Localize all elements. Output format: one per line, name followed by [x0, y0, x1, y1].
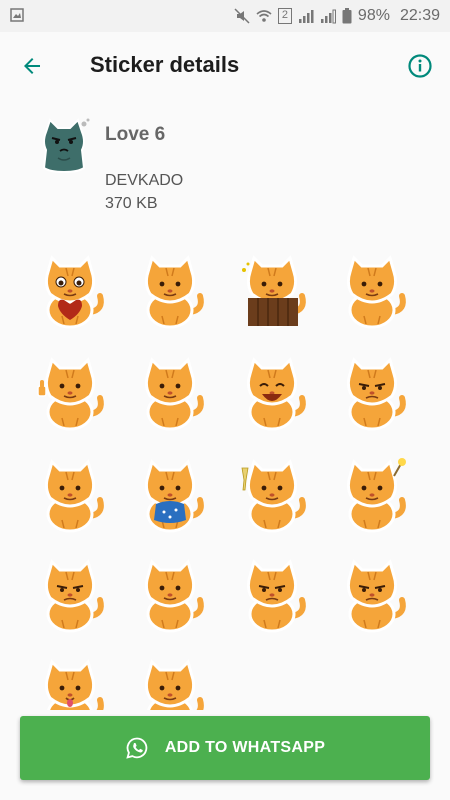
sticker-fence[interactable] [232, 250, 312, 330]
sim-badge: 2 [277, 8, 292, 24]
sticker-heart[interactable] [30, 250, 110, 330]
sticker-image [37, 357, 104, 431]
battery-percent: 98% [357, 7, 390, 24]
info-button[interactable] [400, 46, 440, 86]
sticker-image [346, 458, 406, 533]
sticker-grid [0, 250, 450, 710]
sticker-tongue[interactable] [30, 654, 110, 710]
clock: 22:39 [399, 7, 440, 24]
sticker-image [144, 459, 204, 533]
signal-icon-2 [320, 9, 336, 24]
info-icon [408, 54, 432, 78]
sticker-sparkler[interactable] [332, 454, 412, 534]
sticker-grr[interactable] [332, 554, 412, 634]
sticker-image [246, 357, 306, 431]
sticker-thumb[interactable] [30, 352, 110, 432]
sticker-dance[interactable] [130, 454, 210, 534]
pack-name: Love 6 [105, 124, 166, 145]
sticker-lie[interactable] [30, 454, 110, 534]
sticker-grumpy[interactable] [332, 352, 412, 432]
sticker-image [242, 255, 306, 329]
pack-size: 370 KB [105, 195, 158, 212]
arrow-back-icon [24, 58, 40, 74]
sticker-sad[interactable] [30, 554, 110, 634]
sticker-image [144, 559, 204, 633]
mute-icon [234, 8, 250, 24]
wifi-icon [256, 10, 272, 22]
status-bar: 2 98% 22:39 [0, 0, 450, 32]
sticker-image [44, 659, 104, 710]
sticker-lie-grumpy[interactable] [232, 554, 312, 634]
sticker-image [346, 255, 406, 329]
battery-icon [342, 8, 352, 24]
sticker-image [241, 459, 306, 533]
add-to-whatsapp-label: ADD TO WHATSAPP [164, 739, 326, 756]
pack-header: Love 6 DEVKADO 370 KB [0, 110, 450, 230]
sticker-smirk[interactable] [130, 352, 210, 432]
sticker-image [44, 559, 104, 633]
back-button[interactable] [12, 46, 52, 86]
sticker-image [144, 659, 204, 710]
gallery-notification-icon [10, 8, 24, 22]
sticker-peek[interactable] [130, 654, 210, 710]
sticker-sit[interactable] [332, 250, 412, 330]
sticker-shrug[interactable] [130, 554, 210, 634]
sticker-image [144, 357, 204, 431]
sticker-laugh[interactable] [232, 352, 312, 432]
sticker-champagne[interactable] [232, 454, 312, 534]
add-to-whatsapp-button[interactable]: ADD TO WHATSAPP [20, 716, 430, 780]
sticker-image [144, 255, 204, 329]
app-bar: Sticker details [0, 32, 450, 100]
sticker-image [346, 357, 406, 431]
status-icons: 2 98% 22:39 [234, 0, 440, 32]
sticker-image [44, 255, 104, 329]
pack-tray-icon [42, 118, 90, 174]
sticker-image [44, 459, 104, 533]
sticker-image [346, 559, 406, 633]
signal-icon [298, 10, 314, 23]
sticker-think[interactable] [130, 250, 210, 330]
pack-publisher: DEVKADO [105, 172, 184, 189]
sticker-image [246, 559, 306, 633]
whatsapp-icon [126, 737, 148, 759]
page-title: Sticker details [90, 52, 240, 77]
